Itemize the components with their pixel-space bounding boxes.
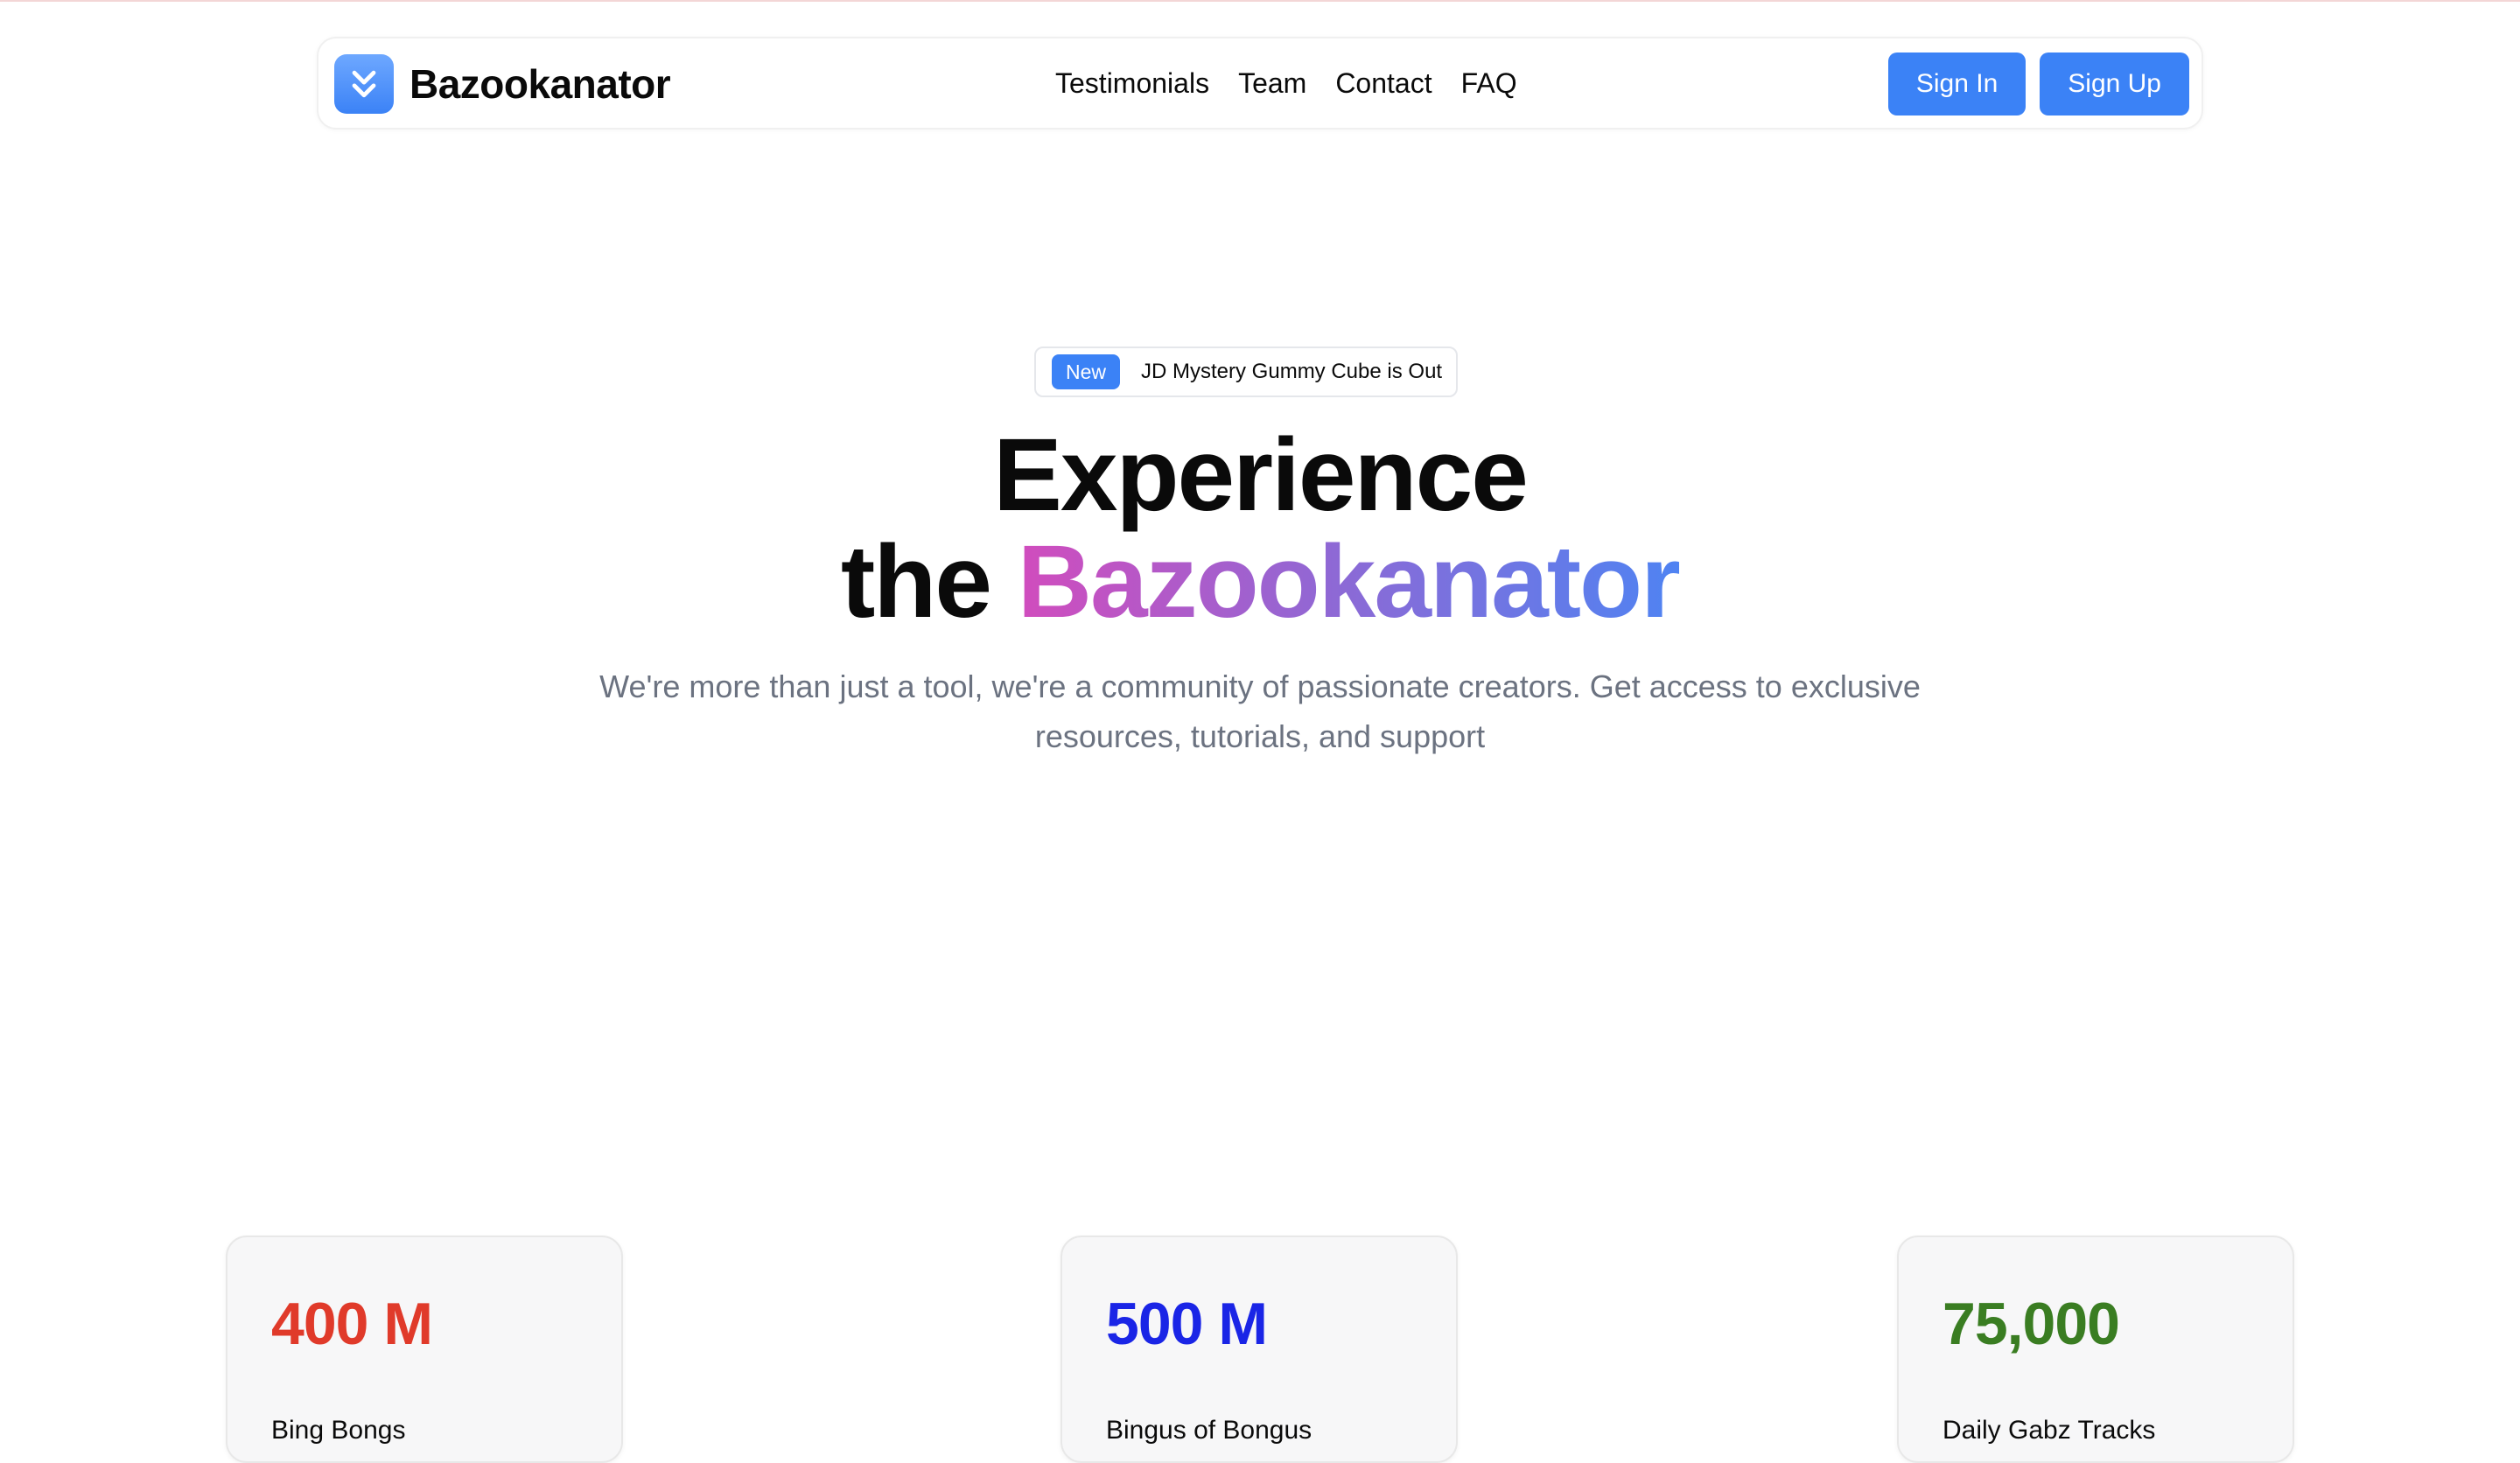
stat-label: Daily Gabz Tracks [1942, 1416, 2156, 1445]
nav-actions: Sign In Sign Up [1887, 52, 2189, 116]
announcement-pill[interactable]: New JD Mystery Gummy Cube is Out [1034, 346, 1459, 397]
hero-title-highlight: Bazookanator [1017, 524, 1681, 640]
hero-title-prefix: the [840, 524, 992, 640]
stat-card: 75,000 Daily Gabz Tracks [1897, 1236, 2294, 1463]
nav-link-team[interactable]: Team [1238, 67, 1306, 100]
hero-title-line-2: the Bazookanator [0, 528, 2520, 635]
nav-link-faq[interactable]: FAQ [1461, 67, 1517, 100]
navbar: Bazookanator Testimonials Team Contact F… [317, 37, 2203, 130]
stat-card: 400 M Bing Bongs [226, 1236, 623, 1463]
hero-subtitle: We're more than just a tool, we're a com… [599, 668, 1921, 754]
brand-name: Bazookanator [410, 61, 671, 107]
sign-in-button[interactable]: Sign In [1887, 52, 2026, 116]
stat-value: 75,000 [1942, 1291, 2120, 1357]
hero-title-line-1: Experience [993, 417, 1529, 533]
nav-link-contact[interactable]: Contact [1335, 67, 1432, 100]
top-border-line [0, 0, 2520, 2]
new-badge: New [1052, 354, 1121, 389]
hero-title: Experience the Bazookanator [0, 422, 2520, 635]
stat-label: Bing Bongs [271, 1416, 406, 1445]
nav-links: Testimonials Team Contact FAQ [1055, 38, 1546, 128]
nav-link-testimonials[interactable]: Testimonials [1055, 67, 1209, 100]
announcement-text: JD Mystery Gummy Cube is Out [1141, 360, 1443, 383]
chevrons-down-icon [334, 54, 394, 114]
sign-up-button[interactable]: Sign Up [2040, 52, 2189, 116]
stat-value: 500 M [1106, 1291, 1268, 1357]
stat-card: 500 M Bingus of Bongus [1060, 1236, 1458, 1463]
brand[interactable]: Bazookanator [334, 54, 671, 114]
stat-value: 400 M [271, 1291, 433, 1357]
stat-label: Bingus of Bongus [1106, 1416, 1312, 1445]
